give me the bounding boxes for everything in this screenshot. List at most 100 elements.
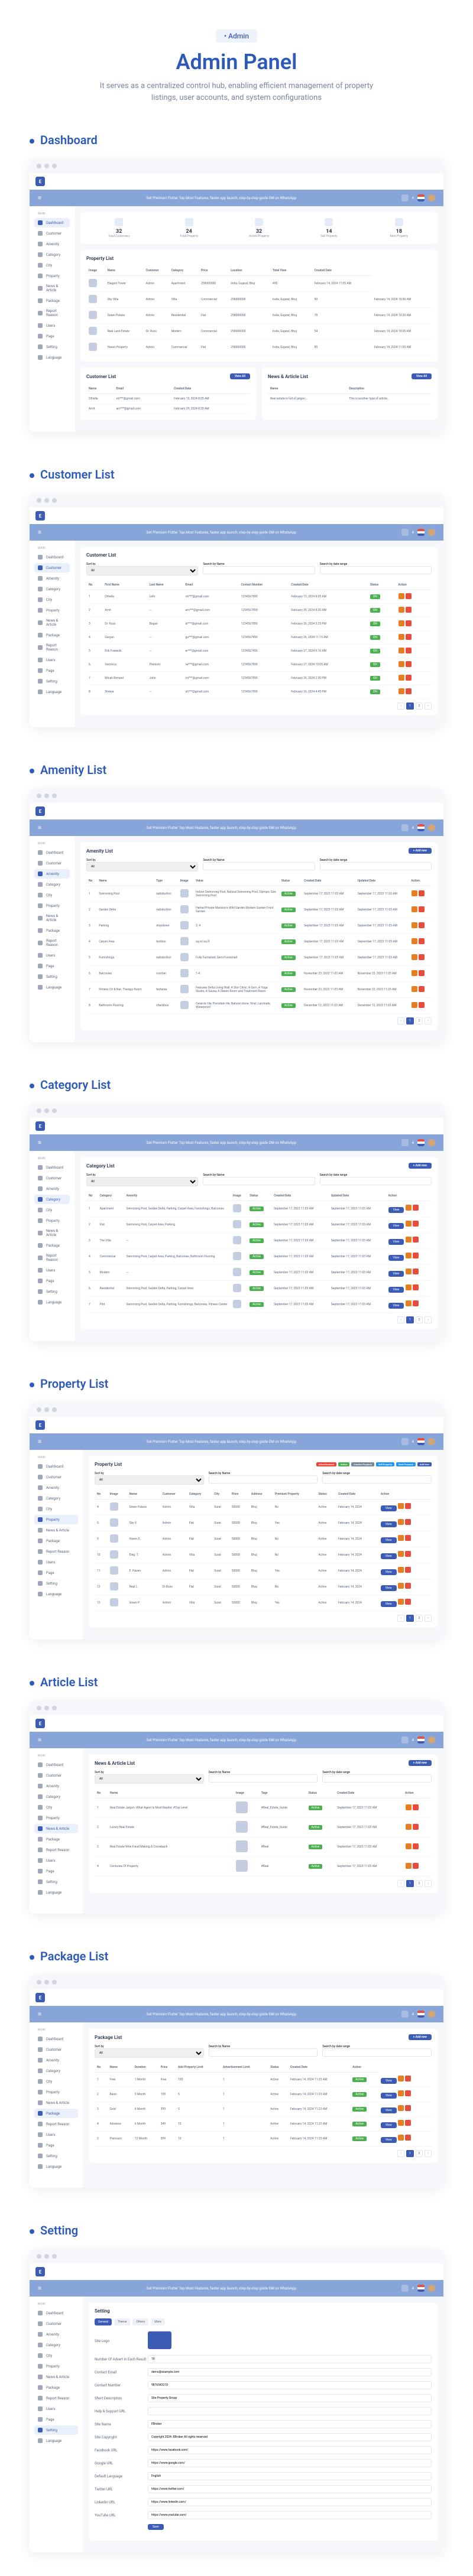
view-button[interactable]: View <box>388 1287 404 1293</box>
page-2[interactable]: 2 <box>416 1615 423 1622</box>
sidebar-item-city[interactable]: City <box>34 1205 70 1215</box>
sidebar-item-page[interactable]: Page <box>34 1276 70 1286</box>
view-button[interactable]: View <box>381 1505 397 1511</box>
sidebar-item-setting[interactable]: Setting <box>34 1579 78 1588</box>
field-input[interactable] <box>148 2394 432 2402</box>
page-next[interactable]: › <box>425 702 432 710</box>
table-row[interactable]: 1ApartmentSwimming Pool, Garden Delta, P… <box>86 1201 432 1217</box>
add-button[interactable]: + Add new <box>409 1163 432 1169</box>
filter-sort-select[interactable]: All <box>95 1774 204 1784</box>
notification-badge[interactable]: 4 <box>412 1738 414 1742</box>
sidebar-item-property[interactable]: Property <box>34 1813 78 1823</box>
sidebar-item-report-reason[interactable]: Report Reason <box>34 641 70 654</box>
app-logo[interactable]: E <box>35 1420 45 1430</box>
page-next[interactable]: › <box>425 1017 432 1024</box>
delete-button[interactable] <box>413 1237 419 1243</box>
table-row[interactable]: 8Shreya---sh***@gmail.com1234567890Febru… <box>86 685 432 699</box>
avatar[interactable] <box>428 2011 435 2018</box>
edit-button[interactable] <box>412 954 417 960</box>
view-button[interactable]: View <box>381 1537 397 1543</box>
flag-icon[interactable] <box>417 1139 425 1146</box>
table-row[interactable]: 3Dr. RussBogandr***@gmail.com1234567890F… <box>86 617 432 631</box>
sidebar-item-amenity[interactable]: Amenity <box>34 1483 78 1492</box>
edit-button[interactable] <box>406 1863 412 1869</box>
sidebar-item-report-reason[interactable]: Report Reason <box>34 1845 78 1855</box>
sidebar-item-property[interactable]: Property <box>34 2087 78 2097</box>
sidebar-item-package[interactable]: Package <box>34 1536 78 1546</box>
view-button[interactable]: View <box>381 2107 397 2113</box>
sidebar-item-customer[interactable]: Customer <box>34 1173 70 1183</box>
edit-button[interactable] <box>398 1583 404 1589</box>
sidebar-item-setting[interactable]: Setting <box>34 676 70 686</box>
table-row[interactable]: 2Basic3 Month19951ActiveFebruary 14, 202… <box>95 2087 432 2102</box>
view-button[interactable]: View <box>388 1207 404 1213</box>
flag-icon[interactable] <box>417 1736 425 1744</box>
status-badge[interactable]: ON <box>370 649 380 653</box>
table-row[interactable]: Elegant TowerAdminApartment258000000Indi… <box>86 276 432 292</box>
sidebar-item-city[interactable]: City <box>34 1803 78 1812</box>
sidebar-item-news---article[interactable]: News & Article <box>34 2098 78 2107</box>
filter-name-input[interactable] <box>209 1774 318 1783</box>
edit-button[interactable] <box>399 634 404 640</box>
edit-button[interactable] <box>398 2076 404 2081</box>
table-row[interactable]: 5FurnishingsradiobuttonFully Furnished, … <box>86 950 432 966</box>
edit-button[interactable] <box>399 607 404 613</box>
delete-button[interactable] <box>419 922 425 928</box>
table-row[interactable]: 5Erik Franecki---er***@gmail.com12345678… <box>86 645 432 658</box>
view-button[interactable]: View <box>388 1255 404 1261</box>
sidebar-item-report-reason[interactable]: Report Reason <box>34 936 70 949</box>
sidebar-item-users[interactable]: Users <box>34 951 70 960</box>
filter-tag[interactable]: Active <box>338 1462 349 1466</box>
sidebar-item-property[interactable]: Property <box>34 1216 70 1225</box>
table-row[interactable]: 10Eleg. T.AdminVillaSurat50000BhujNoActi… <box>95 1547 432 1563</box>
page-prev[interactable]: ‹ <box>397 1017 404 1024</box>
edit-button[interactable] <box>412 970 417 976</box>
delete-button[interactable] <box>406 675 412 681</box>
edit-button[interactable] <box>406 1237 412 1243</box>
sidebar-item-customer[interactable]: Customer <box>34 1472 78 1482</box>
sidebar-item-page[interactable]: Page <box>34 1866 78 1876</box>
sidebar-item-language[interactable]: Language <box>34 2436 78 2445</box>
page-next[interactable]: › <box>425 1316 432 1323</box>
sidebar-item-setting[interactable]: Setting <box>34 2425 78 2435</box>
table-row[interactable]: Real Land EstateDr. RussModernCommercial… <box>86 324 432 340</box>
app-logo[interactable]: E <box>35 1719 45 1728</box>
filter-name-input[interactable] <box>203 862 315 870</box>
edit-button[interactable] <box>399 661 404 667</box>
filter-sort-select[interactable]: All <box>86 566 198 575</box>
notification-badge[interactable]: 4 <box>412 2012 414 2016</box>
filter-date-input[interactable] <box>322 1774 432 1783</box>
table-row[interactable]: 5Modern---ActiveSeptember 17, 2023 11:03… <box>86 1265 432 1281</box>
sidebar-item-page[interactable]: Page <box>34 2141 78 2150</box>
table-row[interactable]: 7Fitness Ctr & Nat. Therapy Roomtextarea… <box>86 982 432 998</box>
settings-tab-theme[interactable]: Theme <box>114 2318 130 2325</box>
delete-button[interactable] <box>405 1567 411 1573</box>
sidebar-item-report-reason[interactable]: Report Reason <box>34 1547 78 1556</box>
edit-button[interactable] <box>399 648 404 653</box>
table-row[interactable]: Real estate is full of jargon...This is … <box>268 394 432 404</box>
delete-button[interactable] <box>406 620 412 626</box>
edit-button[interactable] <box>399 620 404 626</box>
fullscreen-icon[interactable] <box>401 1139 409 1146</box>
filter-name-input[interactable] <box>203 566 315 574</box>
sidebar-item-setting[interactable]: Setting <box>34 1877 78 1887</box>
settings-tab-others[interactable]: Others <box>132 2318 148 2325</box>
sidebar-item-property[interactable]: Property <box>34 2362 78 2371</box>
fullscreen-icon[interactable] <box>401 1736 409 1744</box>
field-input[interactable] <box>148 2498 432 2506</box>
table-row[interactable]: 1Free1 MonthFree1001ActiveFebruary 14, 2… <box>95 2073 432 2087</box>
add-button[interactable]: + Add new <box>409 1760 432 1766</box>
delete-button[interactable] <box>413 1205 419 1211</box>
delete-button[interactable] <box>406 634 412 640</box>
table-row[interactable]: 6ResidentialSwimming Pool, Garden Delta,… <box>86 1281 432 1297</box>
sidebar-item-language[interactable]: Language <box>34 983 70 992</box>
view-button[interactable]: View <box>381 2078 397 2084</box>
delete-button[interactable] <box>405 1519 411 1525</box>
fullscreen-icon[interactable] <box>401 2285 409 2292</box>
sidebar-item-news---article[interactable]: News & Article <box>34 616 70 629</box>
edit-button[interactable] <box>398 1567 404 1573</box>
sidebar-item-users[interactable]: Users <box>34 2130 78 2139</box>
field-input[interactable] <box>148 2355 432 2363</box>
sidebar-item-news---article[interactable]: News & Article <box>34 1824 78 1833</box>
delete-button[interactable] <box>405 2120 411 2126</box>
